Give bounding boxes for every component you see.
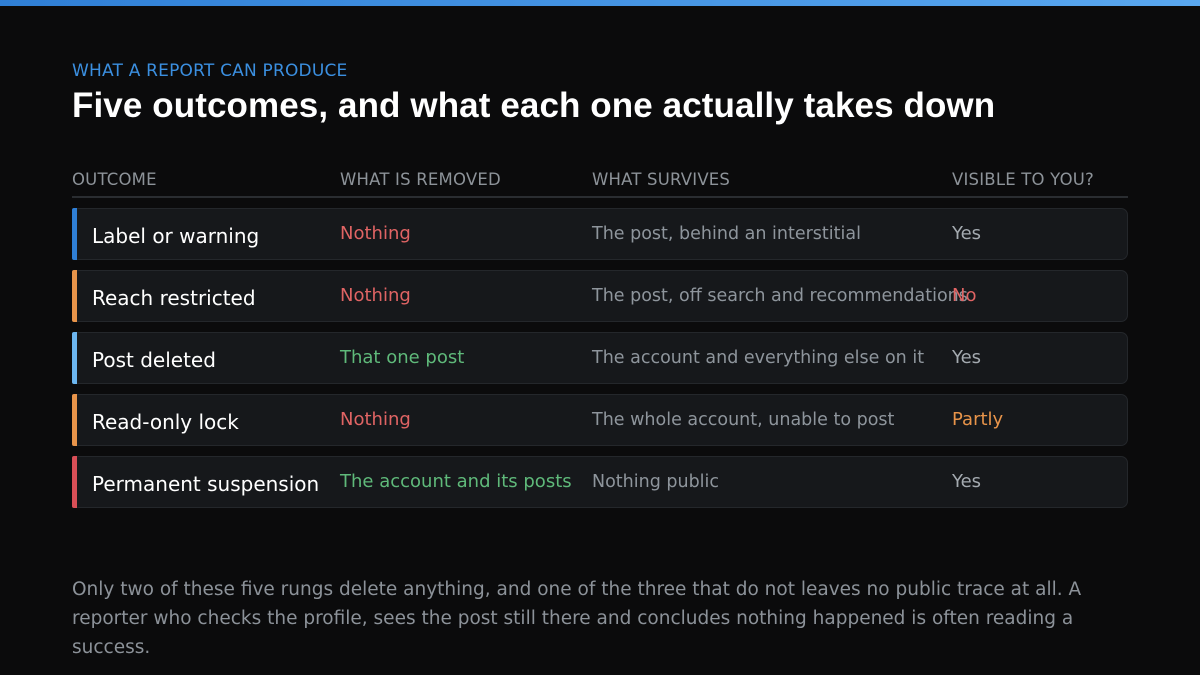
row-accent-bar (72, 332, 77, 384)
table-row: Permanent suspension The account and its… (72, 456, 1128, 508)
row-visible: No (952, 285, 977, 306)
row-removed: Nothing (340, 285, 411, 306)
table-row: Post deleted That one post The account a… (72, 332, 1128, 384)
row-survives: The whole account, unable to post (592, 410, 895, 430)
column-header-outcome: OUTCOME (72, 170, 157, 189)
row-visible: Yes (952, 223, 982, 244)
eyebrow-label: WHAT A REPORT CAN PRODUCE (72, 61, 348, 81)
page-title: Five outcomes, and what each one actuall… (72, 86, 996, 125)
table-row: Reach restricted Nothing The post, off s… (72, 270, 1128, 322)
row-survives: The account and everything else on it (592, 348, 925, 368)
row-outcome: Post deleted (92, 348, 216, 372)
column-header-visible: VISIBLE TO YOU? (952, 170, 1094, 189)
row-removed: Nothing (340, 223, 411, 244)
table-row: Read-only lock Nothing The whole account… (72, 394, 1128, 446)
row-outcome: Read-only lock (92, 410, 239, 434)
column-header-survives: WHAT SURVIVES (592, 170, 731, 189)
row-survives: Nothing public (592, 472, 720, 492)
row-visible: Partly (952, 409, 1004, 430)
table-header: OUTCOME WHAT IS REMOVED WHAT SURVIVES VI… (72, 166, 1128, 198)
row-accent-bar (72, 208, 77, 260)
column-header-removed: WHAT IS REMOVED (340, 170, 501, 189)
row-survives: The post, behind an interstitial (592, 224, 861, 244)
top-accent-bar (0, 0, 1200, 6)
row-visible: Yes (952, 347, 982, 368)
row-outcome: Label or warning (92, 224, 260, 248)
row-removed: That one post (340, 347, 465, 368)
row-accent-bar (72, 394, 77, 446)
footnote-text: Only two of these five rungs delete anyt… (72, 579, 1082, 658)
row-removed: Nothing (340, 409, 411, 430)
row-removed: The account and its posts (340, 471, 572, 492)
row-accent-bar (72, 456, 77, 508)
row-accent-bar (72, 270, 77, 322)
row-outcome: Permanent suspension (92, 472, 320, 496)
table-row: Label or warning Nothing The post, behin… (72, 208, 1128, 260)
row-visible: Yes (952, 471, 982, 492)
row-outcome: Reach restricted (92, 286, 256, 310)
row-survives: The post, off search and recommendations (592, 286, 968, 306)
